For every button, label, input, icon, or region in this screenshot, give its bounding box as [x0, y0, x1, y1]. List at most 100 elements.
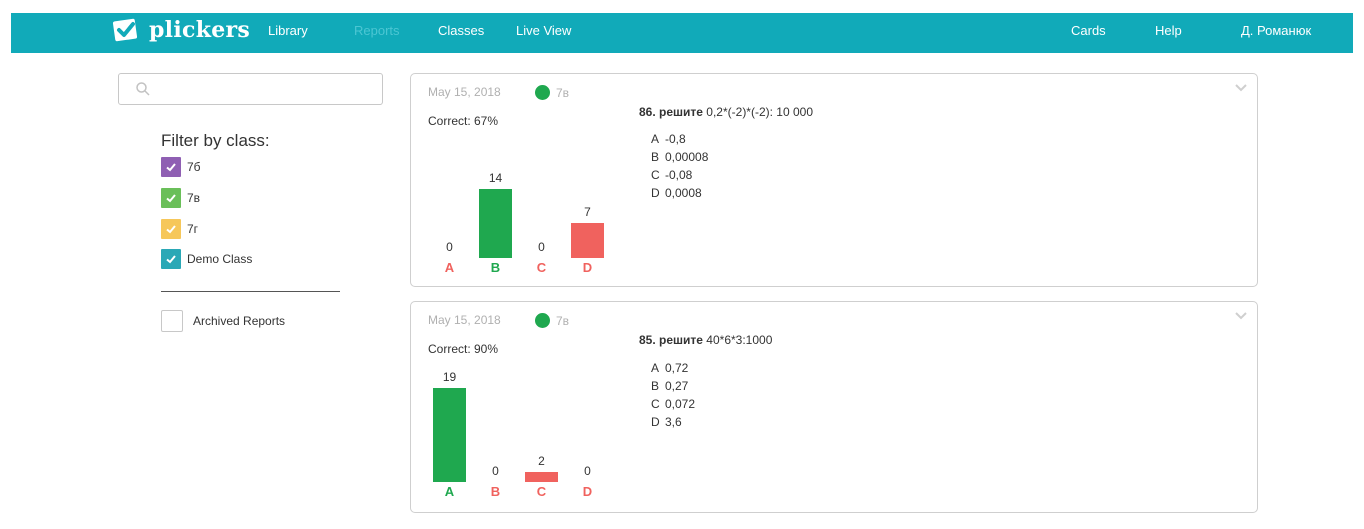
chart-value-label: 2: [538, 454, 545, 469]
answer-text: 0,27: [665, 379, 689, 393]
class-color-dot: [535, 313, 550, 328]
answer-item: A 0,72: [651, 359, 695, 377]
chart-bar-a: [433, 387, 466, 482]
archived-checkbox[interactable]: [161, 310, 183, 332]
answer-text: 0,072: [665, 397, 696, 411]
archived-label: Archived Reports: [193, 314, 286, 328]
chart-category-label: D: [582, 260, 593, 275]
brand-name: plickers: [149, 17, 251, 43]
correct-percentage: Correct: 90%: [428, 342, 499, 356]
report-class: 7в: [556, 314, 570, 328]
top-nav-bar: plickers Library Reports Classes Live Vi…: [11, 13, 1353, 53]
chart-value-label: 7: [584, 205, 591, 220]
answer-letter: D: [651, 415, 660, 429]
chart-value-label: 19: [442, 369, 457, 384]
check-icon: [166, 194, 176, 203]
question-text: 86. решите 0,2*(-2)*(-2): 10 000: [639, 105, 813, 119]
answer-letter: A: [651, 132, 660, 146]
plickers-logo-icon: [111, 17, 141, 43]
answer-item: B 0,27: [651, 377, 695, 395]
response-chart: 19 A 0 B 2 C 0 D: [433, 370, 623, 502]
answer-item: C 0,072: [651, 395, 695, 413]
chart-value-label: 0: [492, 464, 499, 478]
response-chart: 0 A 14 B 0 C 7 D: [433, 164, 623, 278]
question-number: 85. решите: [639, 333, 703, 347]
filter-label: Demo Class: [187, 252, 253, 266]
search-input[interactable]: [157, 78, 377, 100]
filter-title: Filter by class:: [161, 131, 270, 150]
checkbox-checked[interactable]: [161, 249, 181, 269]
chart-category-label: B: [490, 484, 501, 499]
chart-category-label: B: [490, 260, 501, 275]
report-card[interactable]: May 15, 2018 7в Correct: 67% 86. решите …: [410, 73, 1258, 287]
report-date: May 15, 2018: [428, 313, 501, 327]
chart-category-label: D: [582, 484, 593, 499]
answer-text: -0,8: [665, 132, 686, 146]
answer-text: 0,00008: [665, 150, 709, 164]
search-icon: [135, 81, 151, 97]
answer-letter: D: [651, 186, 660, 200]
answer-letter: B: [651, 150, 660, 164]
answer-item: A -0,8: [651, 130, 708, 148]
question-text: 85. решите 40*6*3:1000: [639, 333, 772, 347]
filter-label: 7г: [187, 222, 199, 236]
user-menu[interactable]: Д. Романюк: [1241, 23, 1311, 38]
question-body: 40*6*3:1000: [706, 333, 773, 347]
chart-value-label: 0: [584, 464, 591, 478]
question-number: 86. решите: [639, 105, 703, 119]
answer-text: -0,08: [665, 168, 693, 182]
checkbox-checked[interactable]: [161, 188, 181, 208]
question-body: 0,2*(-2)*(-2): 10 000: [706, 105, 814, 119]
answer-list: A 0,72 B 0,27 C 0,072 D 3,6: [651, 359, 695, 431]
answer-item: C -0,08: [651, 166, 708, 184]
check-icon: [166, 163, 176, 172]
nav-library[interactable]: Library: [268, 23, 308, 38]
chart-bar-b: [479, 188, 512, 258]
answer-text: 0,0008: [665, 186, 702, 200]
chevron-down-icon[interactable]: [1235, 79, 1247, 92]
correct-percentage: Correct: 67%: [428, 114, 499, 128]
nav-reports[interactable]: Reports: [354, 23, 400, 38]
chart-value-label: 0: [538, 240, 545, 254]
answer-text: 0,72: [665, 361, 689, 375]
nav-cards[interactable]: Cards: [1071, 23, 1106, 38]
filter-class-7g[interactable]: 7г: [161, 219, 198, 239]
chart-category-label: A: [444, 484, 455, 499]
chart-category-label: A: [444, 260, 455, 275]
check-icon: [166, 255, 176, 264]
class-color-dot: [535, 85, 550, 100]
brand-logo[interactable]: plickers: [111, 17, 250, 43]
filter-label: 7б: [187, 160, 201, 174]
chart-bar-c: [525, 472, 558, 482]
check-icon: [166, 225, 176, 234]
checkbox-checked[interactable]: [161, 219, 181, 239]
filter-class-7v[interactable]: 7в: [161, 188, 200, 208]
nav-help[interactable]: Help: [1155, 23, 1182, 38]
answer-item: D 0,0008: [651, 184, 708, 202]
nav-classes[interactable]: Classes: [438, 23, 484, 38]
answer-letter: C: [651, 168, 660, 182]
filter-divider: [161, 291, 340, 292]
answer-letter: A: [651, 361, 660, 375]
filter-class-76[interactable]: 7б: [161, 157, 201, 177]
search-box[interactable]: [118, 73, 383, 105]
answer-item: B 0,00008: [651, 148, 708, 166]
filter-class-demo[interactable]: Demo Class: [161, 249, 252, 269]
answer-item: D 3,6: [651, 413, 695, 431]
report-class: 7в: [556, 86, 570, 100]
checkbox-checked[interactable]: [161, 157, 181, 177]
answer-letter: B: [651, 379, 660, 393]
chart-value-label: 0: [446, 240, 453, 254]
archived-reports-toggle[interactable]: Archived Reports: [161, 310, 285, 332]
answer-letter: C: [651, 397, 660, 411]
chart-bar-d: [571, 223, 604, 258]
report-card[interactable]: May 15, 2018 7в Correct: 90% 85. решите …: [410, 301, 1258, 513]
chart-category-label: C: [536, 260, 547, 275]
report-date: May 15, 2018: [428, 85, 501, 99]
answer-list: A -0,8 B 0,00008 C -0,08 D 0,0008: [651, 130, 708, 202]
answer-text: 3,6: [665, 415, 682, 429]
filter-label: 7в: [187, 191, 201, 205]
nav-live-view[interactable]: Live View: [516, 23, 571, 38]
chart-value-label: 14: [488, 170, 503, 185]
chevron-down-icon[interactable]: [1235, 307, 1247, 320]
